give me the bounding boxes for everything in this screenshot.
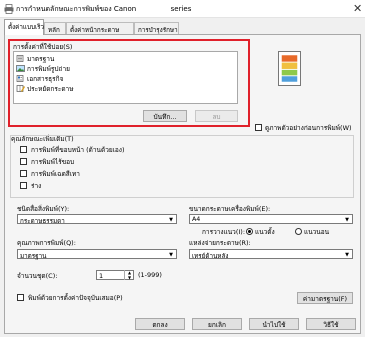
portrait-label: แนวตั้ง — [255, 228, 275, 236]
chevron-down-icon[interactable]: ▼ — [125, 275, 134, 280]
feature-label: การพิมพ์ไร้ขอบ — [31, 158, 75, 166]
copies-label: จำนวนชุด(C): — [17, 272, 58, 280]
help-button[interactable]: วิธีใช้ — [306, 318, 356, 330]
tab-quick-setup[interactable]: ตั้งค่าแบบเร็ว — [4, 19, 44, 35]
paper-source-value: เทรย์ด้านหลัง — [192, 253, 229, 260]
always-print-current-label: พิมพ์ด้วยการตั้งค่าปัจจุบันเสมอ(P) — [28, 294, 123, 302]
feature-label: ร่าง — [31, 182, 42, 190]
cancel-button[interactable]: ยกเลิก — [192, 318, 242, 330]
landscape-label: แนวนอน — [304, 228, 330, 236]
media-type-value: กระดาษธรรมดา — [20, 218, 65, 225]
list-item[interactable]: เอกสารธุรกิจ — [16, 74, 63, 83]
ok-button[interactable]: ตกลง — [135, 318, 185, 330]
page-preview-thumbnail — [278, 51, 301, 86]
feature-checkbox[interactable] — [20, 146, 27, 153]
orientation-label: การวางแนว(I): — [202, 228, 246, 236]
printer-icon — [4, 4, 14, 14]
paper-size-select[interactable]: A4 ▼ — [189, 214, 353, 224]
window-title: การกำหนดลักษณะการพิมพ์ของ Canon series — [16, 4, 191, 15]
preview-before-print-checkbox[interactable] — [255, 124, 262, 131]
apply-button[interactable]: นำไปใช้ — [249, 318, 299, 330]
photo-print-icon — [16, 65, 25, 72]
feature-checkbox[interactable] — [20, 170, 27, 177]
list-item-label: มาตรฐาน — [27, 54, 55, 63]
list-item-label: การพิมพ์รูปถ่าย — [27, 64, 70, 73]
defaults-button[interactable]: ค่ามาตรฐาน(F) — [297, 292, 353, 304]
delete-button[interactable]: ลบ — [195, 110, 238, 122]
portrait-radio[interactable] — [246, 228, 253, 235]
copies-stepper[interactable]: ▲ ▼ — [124, 270, 134, 280]
list-item-label: ประหยัดกระดาษ — [27, 84, 74, 93]
media-type-label: ชนิดสื่อสิ่งพิมพ์(Y): — [17, 205, 70, 213]
list-item-label: เอกสารธุรกิจ — [27, 74, 64, 83]
media-type-select[interactable]: กระดาษธรรมดา ▼ — [17, 214, 177, 225]
print-quality-value: มาตรฐาน — [20, 253, 47, 260]
save-button[interactable]: บันทึก... — [143, 110, 187, 122]
copies-range: (1-999) — [138, 271, 162, 279]
paper-source-select[interactable]: เทรย์ด้านหลัง ▼ — [189, 249, 353, 260]
list-item[interactable]: ประหยัดกระดาษ — [16, 84, 74, 93]
chevron-down-icon: ▼ — [169, 252, 173, 258]
window-title-tail: series — [170, 5, 192, 13]
paper-saving-icon — [16, 85, 25, 92]
landscape-radio[interactable] — [295, 228, 302, 235]
close-icon[interactable]: ✕ — [353, 2, 362, 15]
window-title-main: การกำหนดลักษณะการพิมพ์ของ Canon — [16, 5, 137, 13]
preview-before-print-label: ดูภาพตัวอย่างก่อนการพิมพ์(W) — [265, 124, 352, 132]
business-document-icon — [16, 75, 24, 82]
feature-checkbox[interactable] — [20, 182, 27, 189]
list-item[interactable]: มาตรฐาน — [16, 54, 54, 63]
print-quality-select[interactable]: มาตรฐาน ▼ — [17, 249, 177, 260]
chevron-down-icon: ▼ — [169, 217, 173, 223]
always-print-current-checkbox[interactable] — [17, 294, 24, 301]
common-settings-list[interactable]: มาตรฐาน การพิมพ์รูปถ่าย เอกสารธุรกิจ ประ… — [13, 51, 238, 104]
list-item[interactable]: การพิมพ์รูปถ่าย — [16, 64, 70, 73]
print-quality-label: คุณภาพการพิมพ์(Q): — [17, 239, 76, 247]
paper-source-label: แหล่งจ่ายกระดาษ(R): — [189, 239, 251, 247]
chevron-down-icon: ▼ — [345, 252, 349, 258]
feature-checkbox[interactable] — [20, 158, 27, 165]
feature-label: การพิมพ์ที่ขอบหน้า (ด้านด้วยเอง) — [31, 146, 125, 154]
standard-print-icon — [16, 55, 24, 62]
feature-label: การพิมพ์เฉดสีเทา — [31, 170, 80, 178]
paper-size-value: A4 — [192, 216, 201, 223]
chevron-down-icon: ▼ — [345, 217, 349, 223]
paper-size-label: ขนาดกระดาษเครื่องพิมพ์(E): — [189, 205, 271, 213]
